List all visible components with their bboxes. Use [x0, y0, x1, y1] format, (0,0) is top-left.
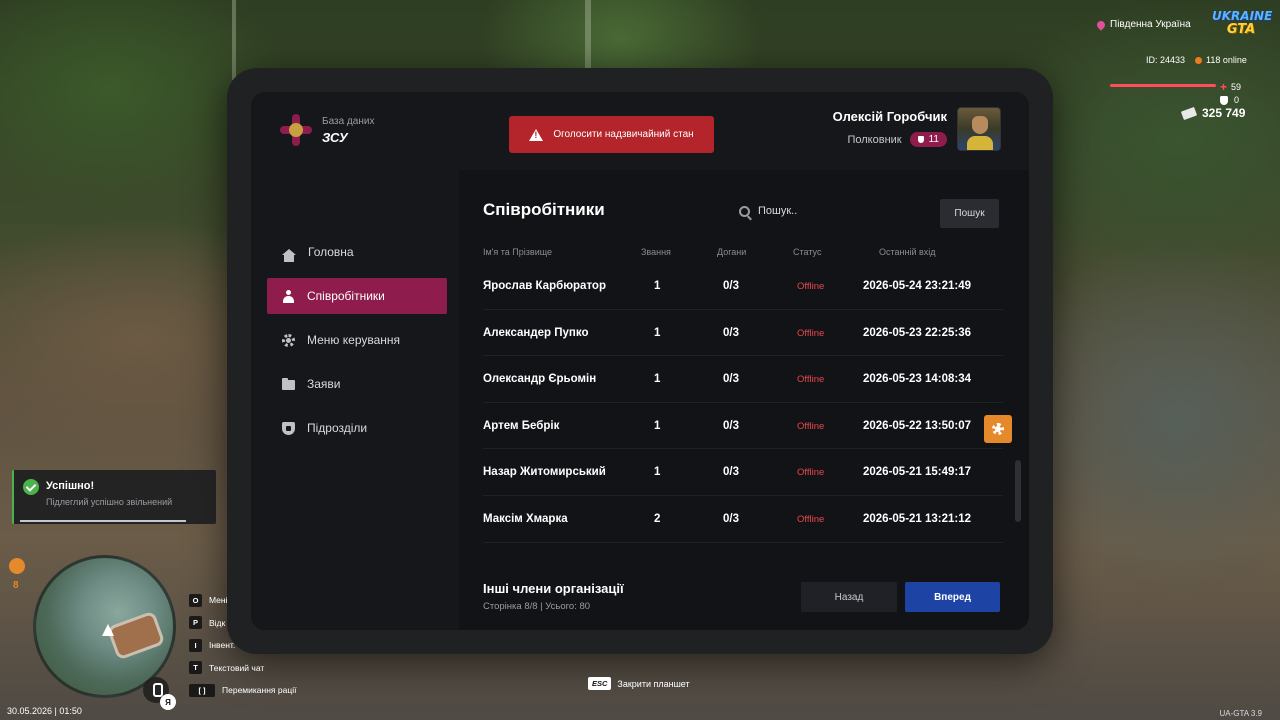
money-value: 325 749: [1180, 106, 1245, 120]
zsu-emblem-icon: [280, 114, 312, 146]
table-row[interactable]: Назар Житомирський 1 0/3 Offline 2026-05…: [483, 449, 1003, 496]
user-rank: Полковник: [847, 133, 902, 146]
close-tablet-hint[interactable]: ESC Закрити планшет: [588, 677, 690, 690]
keybind-hint: T Текстовий чат: [189, 657, 296, 680]
sidebar: База даних ЗСУ Головна Співробітники Мен…: [251, 92, 459, 630]
table-row[interactable]: Артем Бебрік 1 0/3 Offline 2026-05-22 13…: [483, 403, 1003, 450]
check-icon: [23, 479, 39, 495]
scrollbar[interactable]: [1015, 460, 1021, 522]
table-row[interactable]: Максім Хмарка 2 0/3 Offline 2026-05-21 1…: [483, 496, 1003, 543]
table-header: Ім'я та Прізвище Звання Догани Статус Ос…: [483, 247, 1003, 261]
sidebar-item-applications[interactable]: Заяви: [267, 366, 447, 402]
player-arrow-icon: [102, 624, 114, 636]
tablet-screen: База даних ЗСУ Головна Співробітники Мен…: [251, 92, 1029, 630]
footer-title: Інші члени організації: [483, 581, 624, 596]
money-icon: [1180, 106, 1198, 120]
emergency-button[interactable]: Оголосити надзвичайний стан: [509, 116, 714, 153]
armor-value: 0: [1220, 95, 1239, 105]
background-tree: [232, 0, 236, 80]
esc-key: ESC: [588, 677, 612, 690]
status-badge: Offline: [797, 374, 825, 386]
back-button[interactable]: Назад: [801, 582, 897, 612]
folder-icon: [282, 378, 295, 390]
column-header-name: Ім'я та Прізвище: [483, 247, 553, 257]
game-version: UA-GTA 3.9: [1219, 709, 1262, 718]
brand-title: ЗСУ: [322, 129, 348, 145]
users-icon: [282, 289, 295, 303]
armor-icon: [1220, 95, 1228, 105]
success-notification: Успішно! Підлеглий успішно звільнений: [12, 470, 216, 524]
sidebar-item-employees[interactable]: Співробітники: [267, 278, 447, 314]
notification-progress: [20, 520, 186, 522]
warning-icon: [529, 128, 544, 141]
sidebar-item-control-menu[interactable]: Меню керування: [267, 322, 447, 358]
game-logo: UKRAINE GTA: [1212, 9, 1273, 37]
status-badge: Offline: [797, 467, 825, 479]
brand: База даних ЗСУ: [280, 114, 374, 146]
column-header-last-login: Останній вхід: [879, 247, 936, 257]
hud-id-online: ID: 24433 118 online: [1146, 55, 1247, 65]
user-info: Олексій Горобчик Полковник 11: [833, 109, 947, 147]
gear-icon: [282, 333, 295, 347]
column-header-warns: Догани: [717, 247, 747, 257]
search-icon: [739, 205, 750, 217]
page-title: Співробітники: [483, 200, 605, 219]
sidebar-item-home[interactable]: Головна: [267, 234, 447, 270]
health-value: + 59: [1220, 80, 1242, 94]
health-bar: [1110, 84, 1216, 87]
level-icon: [9, 558, 25, 574]
gear-icon: [992, 423, 1004, 435]
keybind-hint: I Інвент.: [189, 634, 296, 657]
background-tree: [585, 0, 591, 70]
sidebar-item-divisions[interactable]: Підрозділи: [267, 410, 447, 446]
online-dot-icon: [1195, 57, 1203, 65]
keybind-hint: O Мені: [189, 589, 296, 612]
main-panel: Співробітники Пошук Ім'я та Прізвище Зва…: [459, 92, 1029, 630]
table-row[interactable]: Александер Пупко 1 0/3 Offline 2026-05-2…: [483, 310, 1003, 357]
datetime: 30.05.2026 | 01:50: [7, 706, 82, 716]
user-name: Олексій Горобчик: [832, 109, 947, 124]
health-icon: +: [1220, 80, 1228, 94]
language-indicator: Я: [160, 694, 176, 710]
search-button[interactable]: Пошук: [940, 199, 999, 228]
brand-subtitle: База даних: [322, 115, 375, 127]
status-badge: Offline: [797, 513, 825, 525]
table-row[interactable]: Ярослав Карбюратор 1 0/3 Offline 2026-05…: [483, 263, 1003, 310]
hud-region: Південна Україна: [1095, 18, 1191, 31]
column-header-rank: Звання: [641, 247, 671, 257]
pagination-info: Сторінка 8/8 | Усього: 80: [483, 601, 591, 612]
column-header-status: Статус: [793, 247, 822, 257]
avatar: [957, 107, 1001, 151]
sidebar-nav: Головна Співробітники Меню керування Зая…: [267, 234, 447, 454]
status-badge: Offline: [797, 281, 825, 292]
keybind-hint: P Відк: [189, 612, 296, 635]
player-id: ID: 24433: [1146, 55, 1186, 65]
row-settings-button[interactable]: [984, 415, 1012, 443]
location-pin-icon: [1095, 18, 1107, 31]
keybind-hint: [ ] Перемикання рації: [189, 679, 296, 702]
shield-icon: [282, 421, 295, 435]
rank-shield-icon: [917, 136, 924, 143]
minimap-stadium: [106, 610, 166, 661]
next-button[interactable]: Вперед: [905, 582, 1000, 612]
rank-badge: 11: [909, 132, 947, 147]
level-number: 8: [13, 580, 19, 591]
employees-table: Ярослав Карбюратор 1 0/3 Offline 2026-05…: [483, 263, 1003, 543]
status-badge: Offline: [797, 420, 825, 432]
keybind-hints: O Мені P Відк I Інвент. T Текстовий чат [ ] П…: [189, 589, 296, 702]
search-input[interactable]: [758, 205, 918, 217]
status-badge: Offline: [797, 327, 825, 339]
tablet: База даних ЗСУ Головна Співробітники Мен…: [227, 68, 1053, 654]
table-row[interactable]: Олександр Єрьомін 1 0/3 Offline 2026-05-…: [483, 356, 1003, 403]
home-icon: [282, 249, 296, 262]
search-box: [739, 200, 929, 222]
online-count: 118 online: [1195, 55, 1247, 65]
